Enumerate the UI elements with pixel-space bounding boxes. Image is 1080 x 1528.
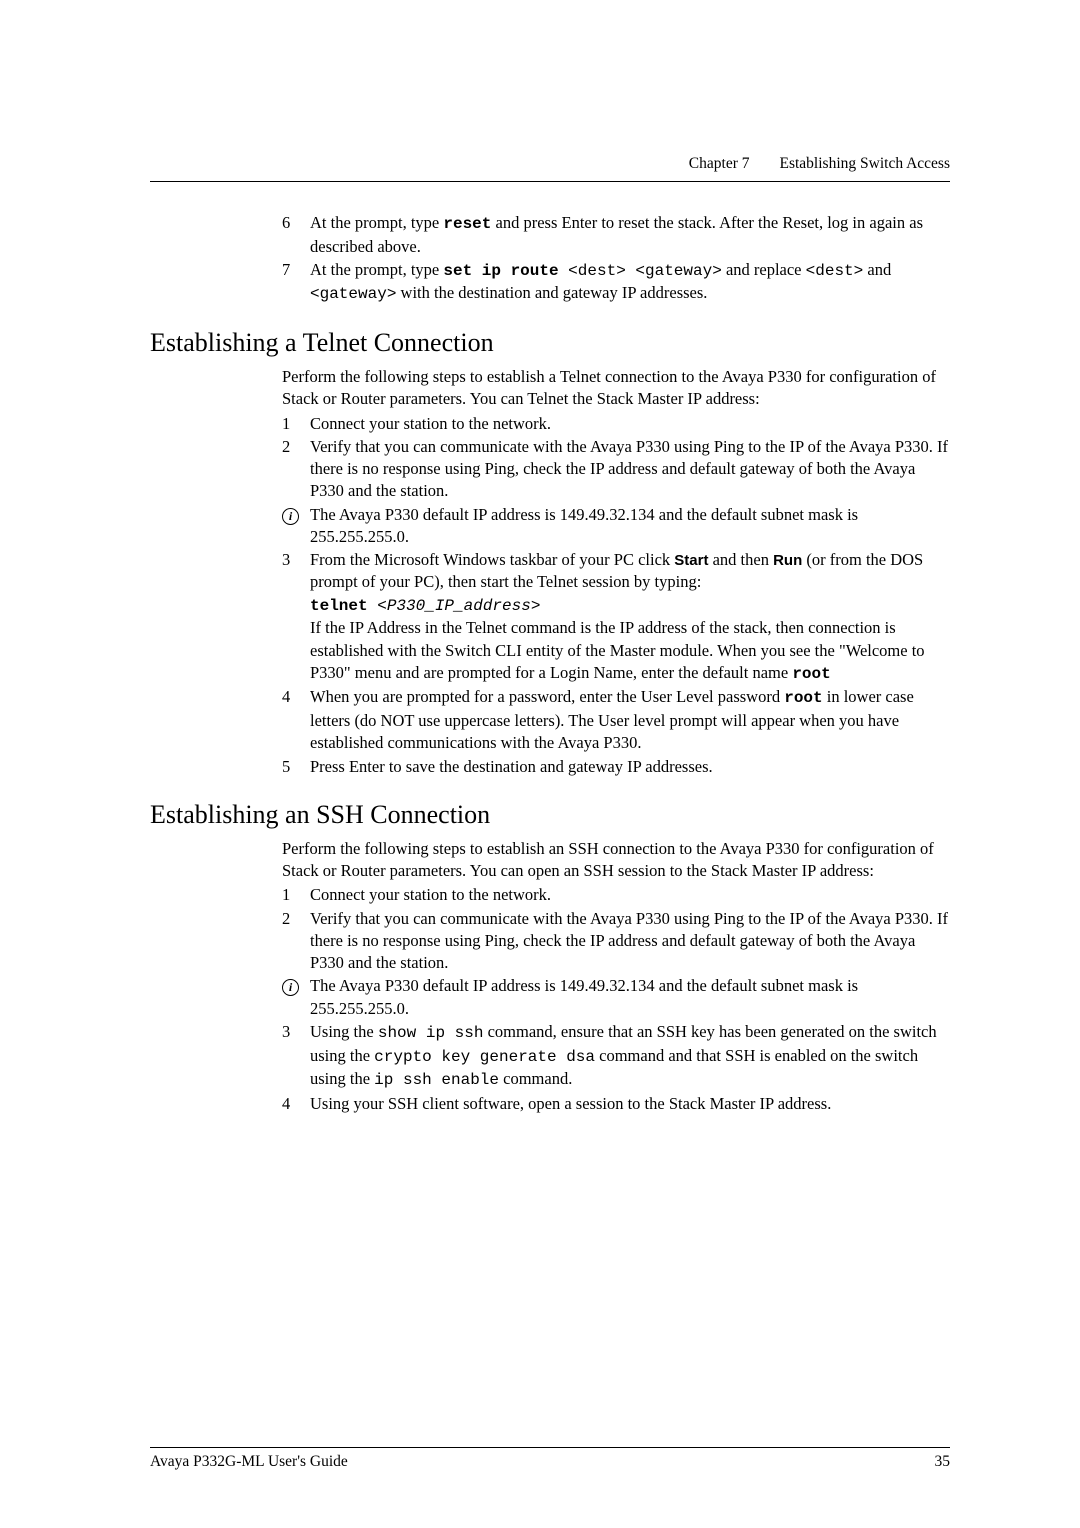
step-text: Connect your station to the network. — [310, 413, 950, 435]
header-rule — [150, 181, 950, 182]
step-text: Using the show ip ssh command, ensure th… — [310, 1021, 950, 1092]
step-text: From the Microsoft Windows taskbar of yo… — [310, 549, 950, 685]
page-header: Chapter 7 Establishing Switch Access — [150, 155, 950, 173]
info-icon: i — [282, 975, 310, 1020]
command-set-ip-route: set ip route — [443, 262, 558, 280]
info-icon: i — [282, 504, 310, 549]
ssh-info-note: i The Avaya P330 default IP address is 1… — [282, 975, 950, 1020]
step-number: 6 — [282, 212, 310, 258]
page-number: 35 — [935, 1453, 951, 1471]
run-label: Run — [773, 552, 802, 569]
step-number: 2 — [282, 436, 310, 503]
root-name: root — [792, 665, 830, 683]
telnet-step-3: 3 From the Microsoft Windows taskbar of … — [282, 549, 950, 685]
command-reset: reset — [443, 215, 491, 233]
ssh-heading: Establishing an SSH Connection — [150, 800, 950, 830]
telnet-command: telnet — [310, 597, 368, 615]
info-text: The Avaya P330 default IP address is 149… — [310, 975, 950, 1020]
crypto-key-command: crypto key generate dsa — [374, 1048, 595, 1066]
step-number: 7 — [282, 259, 310, 306]
step-text: Verify that you can communicate with the… — [310, 436, 950, 503]
step-number: 1 — [282, 884, 310, 906]
show-ip-ssh-command: show ip ssh — [378, 1024, 484, 1042]
page-footer: Avaya P332G-ML User's Guide 35 — [150, 1427, 950, 1471]
telnet-intro: Perform the following steps to establish… — [282, 366, 950, 411]
step-text: When you are prompted for a password, en… — [310, 686, 950, 754]
telnet-step-4: 4 When you are prompted for a password, … — [282, 686, 950, 754]
start-label: Start — [674, 552, 708, 569]
step-number: 1 — [282, 413, 310, 435]
ssh-step-4: 4 Using your SSH client software, open a… — [282, 1093, 950, 1115]
step-text: Connect your station to the network. — [310, 884, 950, 906]
telnet-heading: Establishing a Telnet Connection — [150, 328, 950, 358]
step-number: 4 — [282, 1093, 310, 1115]
step-number: 3 — [282, 1021, 310, 1092]
step-text: Using your SSH client software, open a s… — [310, 1093, 950, 1115]
step-number: 3 — [282, 549, 310, 685]
chapter-label: Chapter 7 — [689, 155, 750, 173]
ssh-step-3: 3 Using the show ip ssh command, ensure … — [282, 1021, 950, 1092]
step-6: 6 At the prompt, type reset and press En… — [282, 212, 950, 258]
ssh-step-2: 2 Verify that you can communicate with t… — [282, 908, 950, 975]
info-text: The Avaya P330 default IP address is 149… — [310, 504, 950, 549]
root-password: root — [784, 689, 822, 707]
step-text: Verify that you can communicate with the… — [310, 908, 950, 975]
chapter-title: Establishing Switch Access — [780, 155, 951, 173]
telnet-step-2: 2 Verify that you can communicate with t… — [282, 436, 950, 503]
ip-ssh-enable-command: ip ssh enable — [374, 1071, 499, 1089]
step-text: Press Enter to save the destination and … — [310, 756, 950, 778]
step-number: 2 — [282, 908, 310, 975]
step-7: 7 At the prompt, type set ip route <dest… — [282, 259, 950, 306]
guide-name: Avaya P332G-ML User's Guide — [150, 1453, 348, 1471]
telnet-info-note: i The Avaya P330 default IP address is 1… — [282, 504, 950, 549]
step-number: 4 — [282, 686, 310, 754]
step-text: At the prompt, type reset and press Ente… — [310, 212, 950, 258]
telnet-step-5: 5 Press Enter to save the destination an… — [282, 756, 950, 778]
ssh-intro: Perform the following steps to establish… — [282, 838, 950, 883]
step-number: 5 — [282, 756, 310, 778]
step-text: At the prompt, type set ip route <dest> … — [310, 259, 950, 306]
ssh-step-1: 1 Connect your station to the network. — [282, 884, 950, 906]
telnet-step-1: 1 Connect your station to the network. — [282, 413, 950, 435]
footer-rule — [150, 1447, 950, 1448]
